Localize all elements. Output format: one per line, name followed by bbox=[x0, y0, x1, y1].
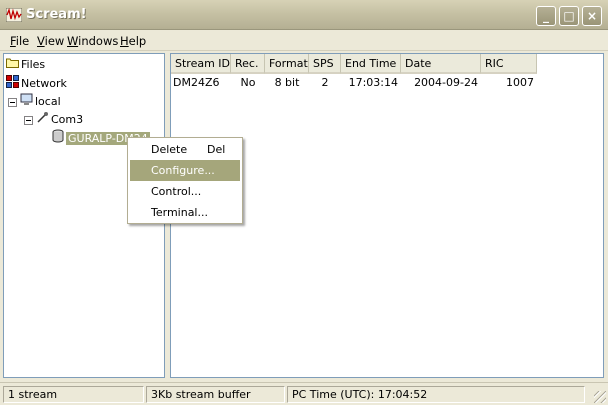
status-stream-count: 1 stream bbox=[3, 386, 144, 403]
tree-item-network[interactable]: Network bbox=[6, 75, 67, 91]
minimize-icon: _ bbox=[543, 9, 549, 23]
cell-end-time: 17:03:14 bbox=[348, 76, 398, 89]
menu-windows[interactable]: Windows bbox=[67, 34, 118, 48]
network-icon bbox=[6, 75, 19, 93]
menu-bar: File View Windows Help bbox=[0, 31, 608, 51]
tree-label-local: local bbox=[35, 95, 61, 108]
folder-icon bbox=[6, 57, 19, 73]
context-menu: Delete Del Configure... Control... Termi… bbox=[127, 137, 243, 224]
menu-item-delete[interactable]: Delete Del bbox=[130, 139, 240, 160]
column-header-ric[interactable]: RIC bbox=[481, 54, 537, 74]
shortcut-delete: Del bbox=[207, 143, 226, 156]
cell-stream-id: DM24Z6 bbox=[173, 76, 220, 89]
resize-grip-icon[interactable] bbox=[594, 391, 606, 403]
menu-item-control[interactable]: Control... bbox=[130, 181, 240, 202]
menu-item-configure[interactable]: Configure... bbox=[130, 160, 240, 181]
digitizer-device-icon bbox=[52, 129, 64, 148]
collapse-toggle-icon[interactable] bbox=[24, 115, 33, 125]
cell-ric: 1007 bbox=[506, 76, 534, 89]
status-pc-time: PC Time (UTC): 17:04:52 bbox=[287, 386, 585, 403]
menu-file[interactable]: File bbox=[10, 34, 29, 48]
cell-date: 2004-09-24 bbox=[414, 76, 478, 89]
minimize-button[interactable]: _ bbox=[536, 6, 556, 26]
tree-item-local[interactable]: local bbox=[8, 93, 61, 109]
menu-item-terminal[interactable]: Terminal... bbox=[130, 202, 240, 223]
scream-app-icon bbox=[5, 7, 23, 23]
menu-help[interactable]: Help bbox=[120, 34, 146, 48]
column-header-end-time[interactable]: End Time bbox=[341, 54, 401, 74]
tree-label-network: Network bbox=[21, 77, 67, 90]
cell-sps: 2 bbox=[321, 76, 329, 89]
list-header: Stream ID Rec. Format SPS End Time Date … bbox=[171, 54, 537, 74]
column-header-format[interactable]: Format bbox=[265, 54, 309, 74]
collapse-toggle-icon[interactable] bbox=[8, 97, 17, 107]
tree-item-com3[interactable]: Com3 bbox=[24, 111, 83, 127]
status-bar: 1 stream 3Kb stream buffer PC Time (UTC)… bbox=[0, 382, 608, 405]
tree-label-com3: Com3 bbox=[51, 113, 84, 126]
close-icon: × bbox=[586, 9, 598, 23]
column-header-date[interactable]: Date bbox=[401, 54, 481, 74]
window-title: Scream! bbox=[26, 7, 87, 22]
maximize-button[interactable]: □ bbox=[559, 6, 579, 26]
tree-item-files[interactable]: Files bbox=[6, 57, 45, 73]
column-header-sps[interactable]: SPS bbox=[309, 54, 341, 74]
cell-rec: No bbox=[240, 76, 256, 89]
column-header-stream-id[interactable]: Stream ID bbox=[171, 54, 231, 74]
tree-label-files: Files bbox=[21, 58, 46, 71]
computer-icon bbox=[20, 93, 33, 111]
column-header-rec[interactable]: Rec. bbox=[231, 54, 265, 74]
cell-format: 8 bit bbox=[274, 76, 300, 89]
maximize-icon: □ bbox=[563, 9, 575, 23]
title-bar[interactable]: Scream! _ □ × bbox=[0, 0, 608, 30]
table-row[interactable]: DM24Z6 No 8 bit 2 17:03:14 2004-09-24 10… bbox=[171, 75, 537, 91]
status-buffer: 3Kb stream buffer bbox=[146, 386, 285, 403]
serial-port-icon bbox=[36, 111, 49, 129]
close-button[interactable]: × bbox=[582, 6, 602, 26]
menu-view[interactable]: View bbox=[37, 34, 64, 48]
